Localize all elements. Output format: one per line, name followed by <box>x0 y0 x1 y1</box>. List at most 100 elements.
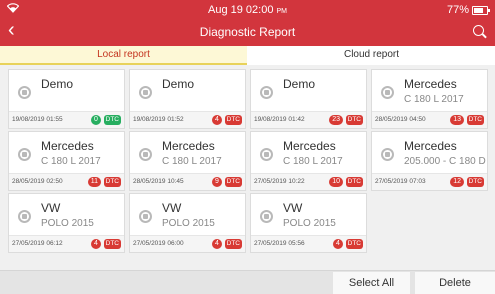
dtc-label-badge: DTC <box>103 115 121 125</box>
report-footer: 27/05/2019 06:00 4 DTC <box>130 235 245 252</box>
report-card[interactable]: VW POLO 2015 27/05/2019 06:12 4 DTC <box>8 193 125 253</box>
vehicle-model: C 180 L 2017 <box>404 94 464 105</box>
report-card[interactable]: Mercedes C 180 L 2017 28/05/2019 04:50 13 DT… <box>371 69 488 129</box>
report-date: 28/05/2019 10:45 <box>133 178 184 185</box>
report-date: 19/08/2019 01:52 <box>133 116 184 123</box>
report-select-icon[interactable] <box>18 86 31 99</box>
dtc-label-badge: DTC <box>345 115 363 125</box>
status-bar: Aug 19 02:00 PM 77% <box>0 3 495 19</box>
report-select-icon[interactable] <box>139 86 152 99</box>
report-select-icon[interactable] <box>139 210 152 223</box>
report-date: 19/08/2019 01:55 <box>12 116 63 123</box>
report-select-icon[interactable] <box>260 86 273 99</box>
vehicle-name: Mercedes <box>41 139 94 153</box>
report-footer: 27/05/2019 05:56 4 DTC <box>251 235 366 252</box>
report-date: 19/08/2019 01:42 <box>254 116 305 123</box>
report-select-icon[interactable] <box>139 148 152 161</box>
vehicle-model: POLO 2015 <box>162 218 215 229</box>
dtc-count-badge: 4 <box>333 239 343 249</box>
report-date: 27/05/2019 06:12 <box>12 240 63 247</box>
dtc-label-badge: DTC <box>224 239 242 249</box>
report-footer: 28/05/2019 02:50 11 DTC <box>9 173 124 190</box>
report-card[interactable]: Mercedes C 180 L 2017 28/05/2019 02:50 11 DT… <box>8 131 125 191</box>
dtc-label-badge: DTC <box>224 115 242 125</box>
bottom-action-bar: Select All Delete <box>0 270 495 294</box>
report-card[interactable]: Demo 19/08/2019 01:42 23 DTC <box>250 69 367 129</box>
report-footer: 19/08/2019 01:55 0 DTC <box>9 111 124 128</box>
report-footer: 27/05/2019 07:03 12 DTC <box>372 173 487 190</box>
dtc-count-badge: 4 <box>91 239 101 249</box>
vehicle-model: C 180 L 2017 <box>283 156 343 167</box>
report-date: 27/05/2019 07:03 <box>375 178 426 185</box>
dtc-label-badge: DTC <box>224 177 242 187</box>
vehicle-name: Demo <box>162 77 195 91</box>
report-footer: 27/05/2019 10:22 10 DTC <box>251 173 366 190</box>
report-footer: 19/08/2019 01:52 4 DTC <box>130 111 245 128</box>
report-card[interactable]: Demo 19/08/2019 01:52 4 DTC <box>129 69 246 129</box>
report-footer: 28/05/2019 10:45 9 DTC <box>130 173 245 190</box>
battery-icon <box>472 6 490 15</box>
vehicle-name: VW <box>283 201 303 215</box>
vehicle-name: Mercedes <box>404 77 457 91</box>
dtc-count-badge: 23 <box>329 115 343 125</box>
page-title: Diagnostic Report <box>199 25 296 39</box>
dtc-count-badge: 0 <box>91 115 101 125</box>
vehicle-name: VW <box>162 201 182 215</box>
vehicle-model: POLO 2015 <box>283 218 336 229</box>
vehicle-model: POLO 2015 <box>41 218 94 229</box>
vehicle-name: Mercedes <box>283 139 336 153</box>
status-time: Aug 19 02:00 PM <box>0 4 495 16</box>
report-select-icon[interactable] <box>260 148 273 161</box>
battery-percentage: 77% <box>446 4 469 16</box>
vehicle-name: VW <box>41 201 61 215</box>
dtc-count-badge: 4 <box>212 115 222 125</box>
vehicle-name: Mercedes <box>404 139 457 153</box>
vehicle-model: C 180 L 2017 <box>162 156 222 167</box>
report-card[interactable]: VW POLO 2015 27/05/2019 05:56 4 DTC <box>250 193 367 253</box>
report-date: 28/05/2019 04:50 <box>375 116 426 123</box>
report-footer: 28/05/2019 04:50 13 DTC <box>372 111 487 128</box>
dtc-label-badge: DTC <box>103 177 121 187</box>
dtc-count-badge: 10 <box>329 177 343 187</box>
dtc-label-badge: DTC <box>345 239 363 249</box>
vehicle-name: Demo <box>283 77 316 91</box>
select-all-button[interactable]: Select All <box>333 272 410 294</box>
dtc-count-badge: 11 <box>87 177 101 187</box>
report-date: 27/05/2019 06:00 <box>133 240 184 247</box>
report-footer: 19/08/2019 01:42 23 DTC <box>251 111 366 128</box>
status-time-value: Aug 19 02:00 <box>207 4 274 16</box>
dtc-label-badge: DTC <box>466 177 484 187</box>
report-footer: 27/05/2019 06:12 4 DTC <box>9 235 124 252</box>
top-bar: Aug 19 02:00 PM 77% ‹ Diagnostic Report <box>0 0 495 46</box>
title-row: ‹ Diagnostic Report <box>0 20 495 43</box>
report-select-icon[interactable] <box>18 148 31 161</box>
vehicle-model: C 180 L 2017 <box>41 156 101 167</box>
report-tabs: Local report Cloud report <box>0 46 495 65</box>
report-card[interactable]: Mercedes C 180 L 2017 27/05/2019 10:22 10 DT… <box>250 131 367 191</box>
tab-local-report[interactable]: Local report <box>0 46 247 65</box>
report-card[interactable]: VW POLO 2015 27/05/2019 06:00 4 DTC <box>129 193 246 253</box>
report-card[interactable]: Mercedes C 180 L 2017 28/05/2019 10:45 9 DTC <box>129 131 246 191</box>
report-date: 28/05/2019 02:50 <box>12 178 63 185</box>
status-meridiem: PM <box>276 8 288 15</box>
dtc-label-badge: DTC <box>103 239 121 249</box>
vehicle-name: Demo <box>41 77 74 91</box>
report-select-icon[interactable] <box>18 210 31 223</box>
tab-cloud-report[interactable]: Cloud report <box>248 46 495 65</box>
dtc-count-badge: 12 <box>450 177 464 187</box>
dtc-count-badge: 9 <box>212 177 222 187</box>
vehicle-model: 205.000 - C 180 D <box>404 156 486 167</box>
vehicle-name: Mercedes <box>162 139 215 153</box>
report-card[interactable]: Demo 19/08/2019 01:55 0 DTC <box>8 69 125 129</box>
dtc-label-badge: DTC <box>345 177 363 187</box>
report-select-icon[interactable] <box>260 210 273 223</box>
report-date: 27/05/2019 05:56 <box>254 240 305 247</box>
dtc-count-badge: 13 <box>450 115 464 125</box>
dtc-label-badge: DTC <box>466 115 484 125</box>
report-select-icon[interactable] <box>381 86 394 99</box>
report-select-icon[interactable] <box>381 148 394 161</box>
report-card[interactable]: Mercedes 205.000 - C 180 D 27/05/2019 07:0… <box>371 131 488 191</box>
dtc-count-badge: 4 <box>212 239 222 249</box>
delete-button[interactable]: Delete <box>415 272 495 294</box>
search-icon[interactable] <box>473 25 487 39</box>
